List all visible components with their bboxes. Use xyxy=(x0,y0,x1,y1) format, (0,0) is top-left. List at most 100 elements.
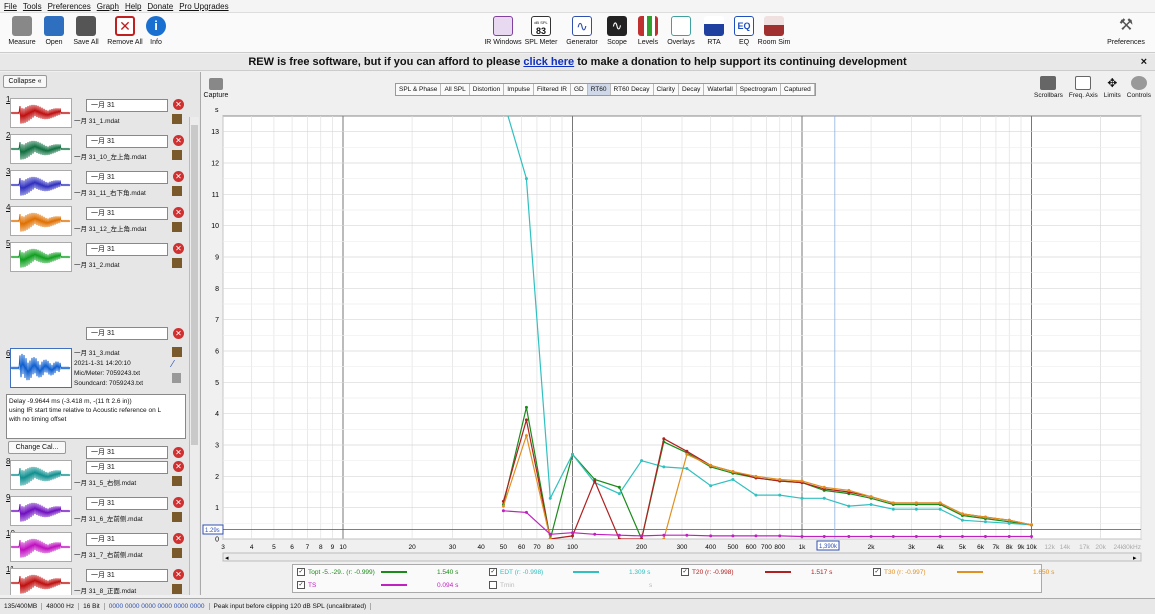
preferences-button[interactable]: ⚒ Preferences xyxy=(1104,16,1148,46)
remove-measurement-icon[interactable]: ✕ xyxy=(173,243,184,254)
scrollbar-thumb[interactable] xyxy=(191,125,198,445)
measurement-name-input[interactable]: 一月 31 xyxy=(86,243,168,256)
y-tick-label: 0 xyxy=(215,537,219,544)
file-icon[interactable] xyxy=(172,114,182,124)
remove-measurement-icon[interactable]: ✕ xyxy=(173,569,184,580)
legend-checkbox[interactable]: ✓ xyxy=(681,568,689,576)
x-tick-label: 9 xyxy=(331,544,335,551)
close-banner-button[interactable]: × xyxy=(1141,54,1147,71)
measurement-name-input[interactable]: 一月 31 xyxy=(86,327,168,340)
file-icon[interactable] xyxy=(172,512,182,522)
measurement-item[interactable]: 8 一月 31 ✕ 一月 31_5_右侧.mdat xyxy=(4,457,188,493)
selected-measurement[interactable]: 6 一月 31_3.mdat 2021-1-31 14:20:10 Mic/Me… xyxy=(4,327,188,439)
horizontal-scrollbar[interactable] xyxy=(222,552,1142,562)
file-icon[interactable] xyxy=(172,150,182,160)
remove-measurement-icon[interactable]: ✕ xyxy=(173,99,184,110)
legend-item[interactable]: ✓ TS 0.094 s xyxy=(297,581,458,589)
x-tick-label: 14k xyxy=(1060,544,1071,551)
legend-value: s xyxy=(649,581,653,589)
scroll-left-icon[interactable]: ◂ xyxy=(225,555,229,562)
legend-item[interactable]: Tmin s xyxy=(489,581,652,589)
remove-measurement-icon[interactable]: ✕ xyxy=(173,171,184,182)
remove-measurement-icon[interactable]: ✕ xyxy=(173,497,184,508)
measurement-item[interactable]: 2 一月 31 ✕ 一月 31_10_左上角.mdat xyxy=(4,131,188,167)
scroll-right-icon[interactable]: ▸ xyxy=(1133,555,1137,562)
remove-measurement-icon[interactable]: ✕ xyxy=(173,207,184,218)
edit-icon[interactable]: ⁄ xyxy=(172,360,182,370)
measurement-thumbnail xyxy=(10,98,72,128)
measurement-name-input[interactable]: 一月 31 xyxy=(86,461,168,474)
measurement-item[interactable]: 1 一月 31 ✕ 一月 31_1.mdat xyxy=(4,95,188,131)
levels-icon xyxy=(638,16,658,36)
legend-checkbox[interactable] xyxy=(489,581,497,589)
remove-measurement-icon[interactable]: ✕ xyxy=(173,328,184,339)
legend-checkbox[interactable]: ✓ xyxy=(297,568,305,576)
measurement-name-input[interactable]: 一月 31 xyxy=(86,569,168,582)
change-cal-button[interactable]: Change Cal... xyxy=(8,441,66,454)
graph-area: Capture SPL & Phase All SPL Distortion Impu… xyxy=(201,72,1155,595)
list-scrollbar[interactable] xyxy=(189,117,199,595)
spl-meter-button[interactable]: dB SPL 83 SPL Meter xyxy=(519,16,563,46)
measurement-name-input[interactable]: 一月 31 xyxy=(86,99,168,112)
menu-graph[interactable]: Graph xyxy=(97,2,119,11)
x-tick-label: 4 xyxy=(250,544,254,551)
menu-tools[interactable]: Tools xyxy=(23,2,42,11)
save-all-button[interactable]: Save All xyxy=(64,16,108,46)
measurement-thumbnail xyxy=(10,206,72,236)
collapse-button[interactable]: Collapse « xyxy=(3,75,47,88)
measurement-name-input[interactable]: 一月 31 xyxy=(86,533,168,546)
measurement-item[interactable]: 4 一月 31 ✕ 一月 31_12_左上角.mdat xyxy=(4,203,188,239)
measurement-item[interactable]: 3 一月 31 ✕ 一月 31_11_右下角.mdat xyxy=(4,167,188,203)
remove-measurement-icon[interactable]: ✕ xyxy=(173,533,184,544)
file-icon[interactable] xyxy=(172,548,182,558)
legend-item[interactable]: ✓ Topt -5..-29.. (r: -0.999) 1.540 s xyxy=(297,568,458,576)
measurement-file: 一月 31_8_正面.mdat xyxy=(74,588,137,595)
remove-measurement-icon[interactable]: ✕ xyxy=(173,135,184,146)
measurement-item[interactable]: 10一月 31✕一月 31_7_右前侧.mdat xyxy=(4,529,188,565)
remove-measurement-icon[interactable]: ✕ xyxy=(173,461,184,472)
file-icon[interactable] xyxy=(172,584,182,594)
legend-checkbox[interactable]: ✓ xyxy=(489,568,497,576)
file-icon[interactable] xyxy=(172,222,182,232)
legend-item[interactable]: ✓ T20 (r: -0.998) 1.517 s xyxy=(681,568,832,576)
legend-checkbox[interactable]: ✓ xyxy=(873,568,881,576)
menu-pro-upgrades[interactable]: Pro Upgrades xyxy=(179,2,228,11)
measurement-name-input[interactable]: 一月 31 xyxy=(86,207,168,220)
room-sim-button[interactable]: Room Sim xyxy=(752,16,796,46)
legend-checkbox[interactable]: ✓ xyxy=(297,581,305,589)
y-tick-label: 9 xyxy=(215,255,219,262)
legend-item[interactable]: ✓ EDT (r: -0.998) 1.309 s xyxy=(489,568,650,576)
legend-swatch xyxy=(765,571,791,573)
y-tick-label: 5 xyxy=(215,380,219,387)
y-tick-label: 12 xyxy=(211,161,219,168)
x-tick-label: 6k xyxy=(977,544,985,551)
measurement-name-input[interactable]: 一月 31 xyxy=(86,171,168,184)
file-icon[interactable] xyxy=(172,476,182,486)
file-icon[interactable] xyxy=(172,186,182,196)
measurement-item[interactable]: 9 一月 31 ✕ 一月 31_6_左前侧.mdat xyxy=(4,493,188,529)
measurement-name-input[interactable]: 一月 31 xyxy=(86,497,168,510)
x-tick-label: 8k xyxy=(1006,544,1014,551)
file-icon[interactable] xyxy=(172,258,182,268)
rt60-chart[interactable]: 012345678910111213 3 4 5 6 7 8 9 10 20 30 40 50 60 70… xyxy=(201,72,1155,562)
impulse-thumbnail-graph xyxy=(10,353,71,381)
legend-item[interactable]: ✓ T30 (r: -0.997) 1.650 s xyxy=(873,568,1054,576)
info-button[interactable]: i Info xyxy=(134,16,178,46)
measurement-notes[interactable]: Delay -9.9644 ms (-3.418 m, -(11 ft 2.6 … xyxy=(6,394,186,439)
folder-icon xyxy=(44,16,64,36)
menu-donate[interactable]: Donate xyxy=(147,2,173,11)
measurement-file: 一月 31_10_左上角.mdat xyxy=(74,154,147,161)
notes-icon[interactable] xyxy=(172,373,181,383)
file-icon[interactable] xyxy=(172,347,182,357)
x-tick-label: 9k xyxy=(1018,544,1026,551)
menu-preferences[interactable]: Preferences xyxy=(48,2,91,11)
menu-file[interactable]: File xyxy=(4,2,17,11)
measurement-item[interactable]: 11一月 31✕一月 31_8_正面.mdat xyxy=(4,565,188,595)
x-tick-label: 17k xyxy=(1079,544,1090,551)
x-tick-label: 6 xyxy=(290,544,294,551)
donate-link[interactable]: click here xyxy=(523,56,574,68)
measurement-item[interactable]: 5 一月 31 ✕ 一月 31_2.mdat xyxy=(4,239,188,275)
menu-help[interactable]: Help xyxy=(125,2,141,11)
measurement-name-input[interactable]: 一月 31 xyxy=(86,135,168,148)
legend-label: Tmin xyxy=(500,581,515,589)
